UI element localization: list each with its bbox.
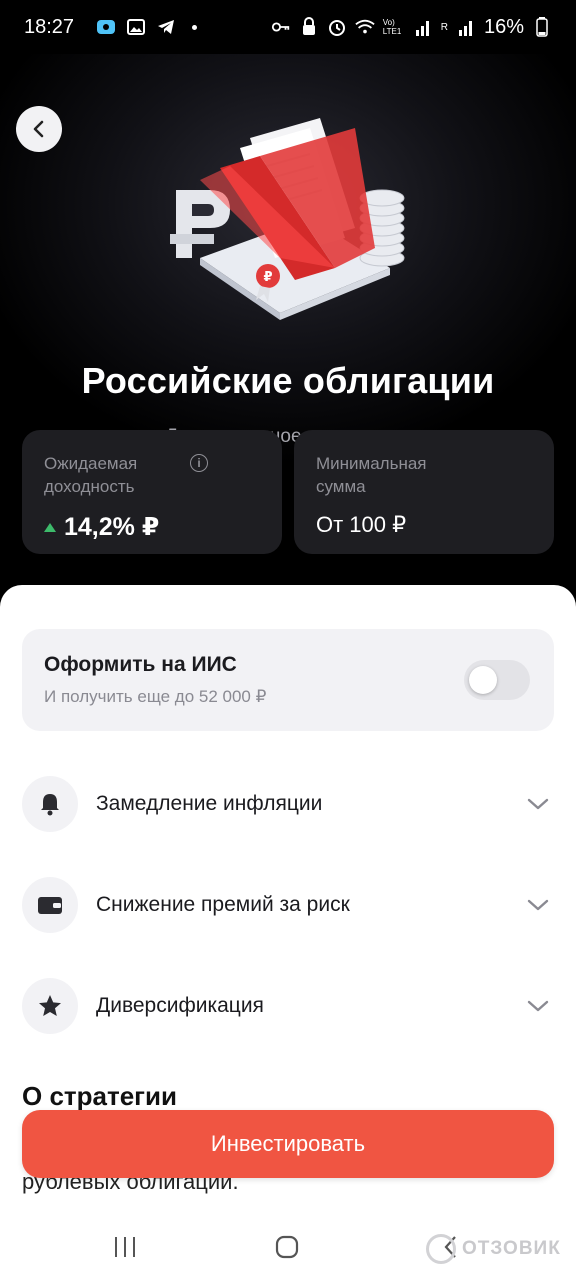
invest-button[interactable]: Инвестировать	[22, 1110, 554, 1178]
expected-yield-card: Ожидаемая доходность i 14,2% ₽	[22, 430, 282, 554]
roaming-label: R	[440, 21, 448, 33]
toggle-knob	[469, 666, 497, 694]
iis-card[interactable]: Оформить на ИИС И получить еще до 52 000…	[22, 629, 554, 731]
chevron-down-icon	[526, 893, 550, 917]
recent-apps-button[interactable]	[110, 1232, 140, 1262]
min-amount-value: От 100 ₽	[316, 512, 407, 537]
network-label: Vo) LTE1	[382, 18, 402, 36]
bell-icon	[22, 776, 78, 832]
accordion-label: Замедление инфляции	[96, 792, 323, 815]
expected-yield-value-row: 14,2% ₽	[44, 512, 260, 542]
chevron-left-icon	[33, 120, 44, 138]
watermark-text: ОТЗОВИК	[462, 1238, 561, 1259]
wallet-icon	[22, 877, 78, 933]
home-icon	[275, 1235, 299, 1259]
trend-up-icon	[44, 522, 56, 532]
notification-dot	[192, 24, 198, 30]
min-amount-label: Минимальная сумма	[316, 454, 427, 496]
key-icon	[271, 17, 291, 37]
telegram-icon	[156, 17, 176, 37]
accordion-item-risk-premium[interactable]: Снижение премий за риск	[22, 875, 554, 935]
expected-yield-label: Ожидаемая доходность	[44, 454, 138, 496]
battery-icon	[532, 17, 552, 37]
iis-toggle[interactable]	[464, 660, 530, 700]
iis-subtitle: И получить еще до 52 000 ₽	[44, 687, 267, 706]
status-bar: 18:27 Vo) LTE1 R 16%	[0, 0, 576, 54]
alarm-icon	[327, 17, 347, 37]
info-icon[interactable]: i	[190, 454, 208, 472]
vpn-app-icon	[96, 17, 116, 37]
battery-percent: 16%	[483, 15, 524, 38]
star-icon	[22, 978, 78, 1034]
accordion-item-inflation[interactable]: Замедление инфляции	[22, 774, 554, 834]
chevron-down-icon	[526, 792, 550, 816]
watermark: ОТЗОВИК	[426, 1234, 561, 1264]
bonds-folder-illustration: ₽	[170, 118, 405, 320]
accordion-label: Снижение премий за риск	[96, 893, 350, 916]
content-sheet: Оформить на ИИС И получить еще до 52 000…	[0, 585, 576, 1280]
wifi-icon	[355, 17, 375, 37]
iis-title: Оформить на ИИС	[44, 653, 237, 676]
svg-text:₽: ₽	[263, 270, 272, 285]
signal-icon-1	[413, 17, 433, 37]
page-title: Российские облигации	[81, 360, 495, 401]
accordion-item-diversification[interactable]: Диверсификация	[22, 976, 554, 1036]
recents-icon	[115, 1237, 135, 1257]
clock: 18:27	[24, 15, 75, 38]
back-button[interactable]	[16, 106, 62, 152]
gallery-icon	[126, 17, 146, 37]
watermark-logo-icon	[426, 1234, 456, 1264]
expected-yield-value: 14,2% ₽	[64, 513, 160, 541]
home-button[interactable]	[272, 1232, 302, 1262]
signal-icon-2	[456, 17, 476, 37]
accordion-label: Диверсификация	[96, 994, 264, 1017]
lock-app-icon	[299, 17, 319, 37]
min-amount-card: Минимальная сумма От 100 ₽	[294, 430, 554, 554]
strategy-title: О стратегии	[22, 1081, 177, 1111]
chevron-down-icon	[526, 994, 550, 1018]
